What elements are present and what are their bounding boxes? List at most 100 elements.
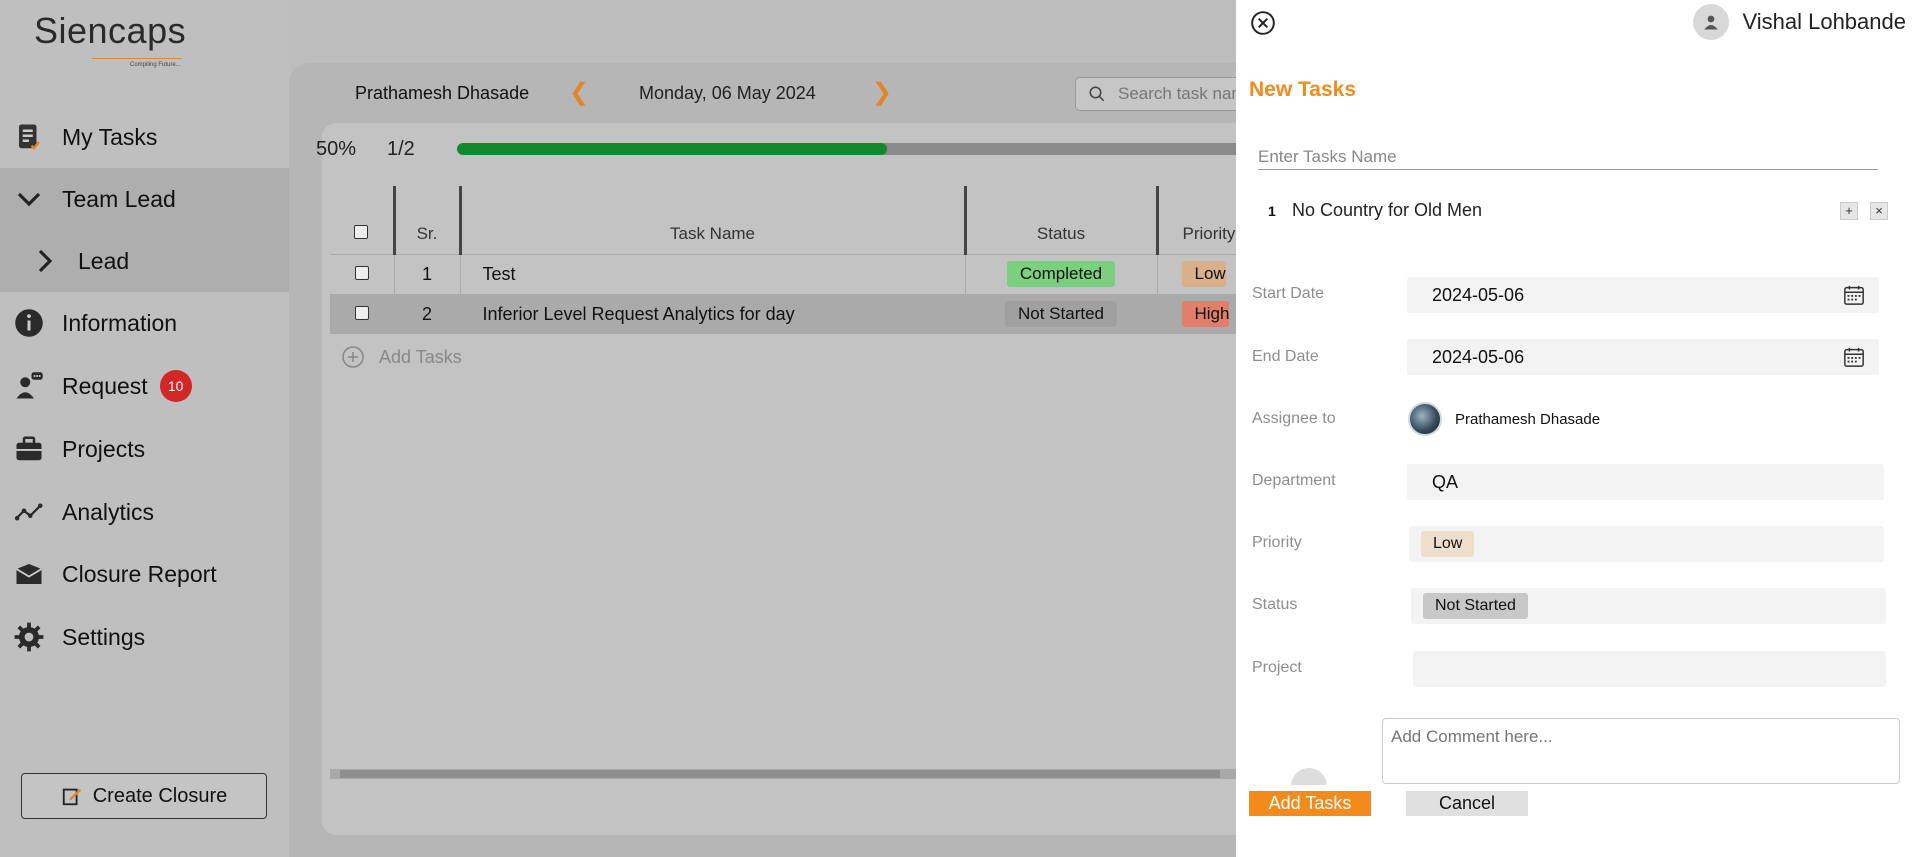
sidebar-item-my-tasks[interactable]: My Tasks <box>0 106 289 168</box>
sidebar-item-label: Closure Report <box>62 560 217 587</box>
sidebar-item-label: Analytics <box>62 498 155 525</box>
sidebar-item-label: Lead <box>78 247 130 274</box>
row-select-cell <box>330 293 394 334</box>
project-label: Project <box>1252 659 1302 676</box>
sidebar-item-analytics[interactable]: Analytics <box>0 481 289 543</box>
end-date-field[interactable]: 2024-05-06 <box>1407 339 1879 375</box>
row-status-cell: Not Started <box>964 293 1157 334</box>
current-user-name: Vishal Lohbande <box>1742 9 1906 34</box>
search-icon <box>1089 86 1105 102</box>
cancel-button[interactable]: Cancel <box>1406 791 1528 816</box>
task-list-icon <box>13 121 45 153</box>
add-tasks-button[interactable]: Add Tasks <box>1249 791 1371 816</box>
sidebar-item-label: My Tasks <box>62 123 158 150</box>
start-date-field[interactable]: 2024-05-06 <box>1407 277 1879 313</box>
sidebar-item-projects[interactable]: Projects <box>0 418 289 480</box>
sidebar-item-team-lead[interactable]: Team Lead <box>0 168 289 230</box>
drawer-title: New Tasks <box>1249 78 1356 101</box>
sidebar-item-settings[interactable]: Settings <box>0 606 289 668</box>
comment-input[interactable] <box>1382 718 1900 784</box>
analytics-icon <box>13 496 45 528</box>
row-task-name[interactable]: Test <box>459 253 965 294</box>
task-item-label[interactable]: No Country for Old Men <box>1292 200 1482 221</box>
status-tag: Not Started <box>1423 593 1528 619</box>
calendar-icon[interactable] <box>1843 346 1865 368</box>
start-date-value: 2024-05-06 <box>1432 284 1525 305</box>
priority-badge[interactable]: High <box>1181 301 1230 328</box>
current-date: Monday, 06 May 2024 <box>639 83 816 103</box>
status-badge[interactable]: Completed <box>1006 261 1116 287</box>
header-sr[interactable]: Sr. <box>392 186 460 254</box>
next-day-button[interactable]: ❯ <box>872 78 892 107</box>
close-icon[interactable] <box>1250 10 1276 36</box>
sidebar-item-information[interactable]: Information <box>0 292 289 354</box>
edit-icon <box>62 788 81 806</box>
horizontal-scrollbar[interactable] <box>330 769 1290 779</box>
table-row[interactable]: 1 Test Completed Low <box>330 253 1257 294</box>
priority-label: Priority <box>1252 534 1302 551</box>
row-select-cell <box>330 253 394 294</box>
create-closure-label: Create Closure <box>92 784 228 807</box>
end-date-label: End Date <box>1252 348 1319 365</box>
task-name-input[interactable] <box>1258 144 1878 170</box>
priority-badge[interactable]: Low <box>1181 261 1226 287</box>
progress-percent: 50% <box>316 138 357 160</box>
row-sr: 1 <box>393 253 460 294</box>
sidebar: Siencaps Compiling Future... My Tasks Te… <box>0 0 289 857</box>
end-date-value: 2024-05-06 <box>1432 346 1525 367</box>
row-sr: 2 <box>393 293 460 334</box>
department-field[interactable]: QA <box>1407 464 1884 500</box>
create-closure-button[interactable]: Create Closure <box>21 773 267 819</box>
previous-day-button[interactable]: ❮ <box>569 78 589 107</box>
logo-underline <box>92 58 182 59</box>
new-task-drawer: Vishal Lohbande New Tasks 1 No Country f… <box>1236 0 1920 857</box>
selected-user-name: Prathamesh Dhasade <box>355 83 530 103</box>
progress-bar <box>457 143 1317 155</box>
remove-icon[interactable]: × <box>1870 201 1888 220</box>
sidebar-item-lead[interactable]: Lead <box>0 230 289 292</box>
briefcase-icon <box>13 433 45 465</box>
calendar-icon[interactable] <box>1843 284 1865 306</box>
logo-text: Siencaps <box>34 10 187 51</box>
sidebar-item-label: Projects <box>62 435 146 462</box>
row-task-name[interactable]: Inferior Level Request Analytics for day <box>459 293 965 334</box>
assignee-label: Assignee to <box>1252 410 1336 427</box>
table-row[interactable]: 2 Inferior Level Request Analytics for d… <box>330 293 1257 334</box>
status-badge[interactable]: Not Started <box>1005 301 1117 328</box>
task-item: 1 No Country for Old Men + × <box>1268 200 1888 221</box>
tasks-table: Sr. Task Name Status Priority 1 Test Com… <box>330 186 1257 334</box>
row-checkbox[interactable] <box>354 265 369 280</box>
priority-field[interactable]: Low <box>1409 526 1884 562</box>
sidebar-item-request[interactable]: Request 10 <box>0 355 289 417</box>
sidebar-item-closure-report[interactable]: Closure Report <box>0 543 289 605</box>
select-all-cell <box>330 186 394 254</box>
scrollbar-thumb[interactable] <box>340 770 1220 778</box>
status-field[interactable]: Not Started <box>1411 588 1886 624</box>
request-icon <box>13 370 45 402</box>
info-icon <box>13 307 45 339</box>
main-panel: Prathamesh Dhasade ❮ Monday, 06 May 2024… <box>289 63 1317 857</box>
assignee-field[interactable]: Prathamesh Dhasade <box>1408 402 1600 436</box>
progress-fraction: 1/2 <box>387 138 415 160</box>
request-count-badge: 10 <box>159 370 192 402</box>
comment-user-avatar <box>1291 768 1327 786</box>
current-user[interactable]: Vishal Lohbande <box>1693 4 1906 40</box>
header-status[interactable]: Status <box>963 186 1157 254</box>
sidebar-item-label: Request <box>62 372 148 399</box>
task-item-number: 1 <box>1268 202 1276 219</box>
header-task-name[interactable]: Task Name <box>458 186 965 254</box>
add-tasks-label: Add Tasks <box>379 346 462 367</box>
priority-tag: Low <box>1421 531 1475 557</box>
plus-icon[interactable]: + <box>1840 201 1858 220</box>
row-checkbox[interactable] <box>354 305 369 320</box>
add-circle-icon <box>342 346 364 368</box>
department-value: QA <box>1432 471 1459 492</box>
closure-report-icon <box>13 558 45 590</box>
sidebar-item-label: Information <box>62 309 178 336</box>
gear-icon <box>13 621 45 653</box>
add-tasks-row[interactable]: Add Tasks <box>341 345 462 369</box>
start-date-label: Start Date <box>1252 285 1325 302</box>
select-all-checkbox[interactable] <box>354 224 369 239</box>
row-status-cell: Completed <box>964 253 1157 294</box>
project-field[interactable] <box>1413 651 1886 687</box>
